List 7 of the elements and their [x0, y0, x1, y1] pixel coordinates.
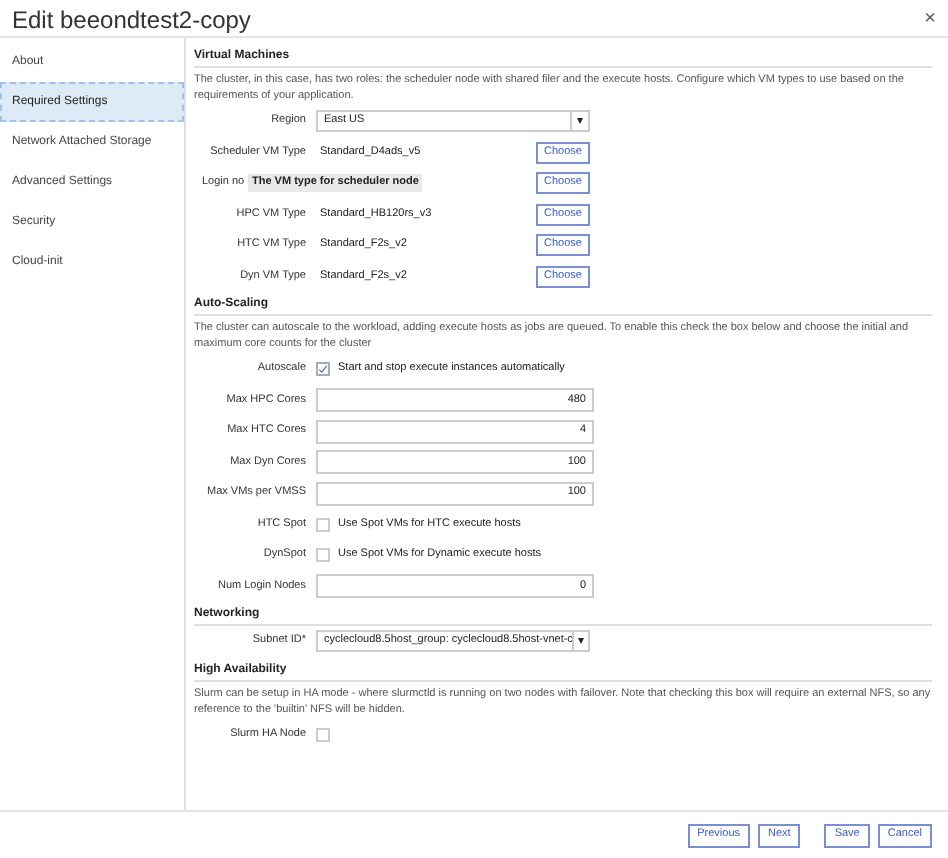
checkbox[interactable] — [316, 727, 330, 742]
checkbox[interactable] — [316, 517, 330, 532]
checkbox[interactable] — [316, 548, 330, 563]
check-icon — [318, 364, 328, 375]
close-button[interactable]: × — [924, 10, 936, 30]
window-title: Edit beeondtest2-copy — [12, 4, 251, 38]
checkbox[interactable] — [316, 362, 330, 377]
